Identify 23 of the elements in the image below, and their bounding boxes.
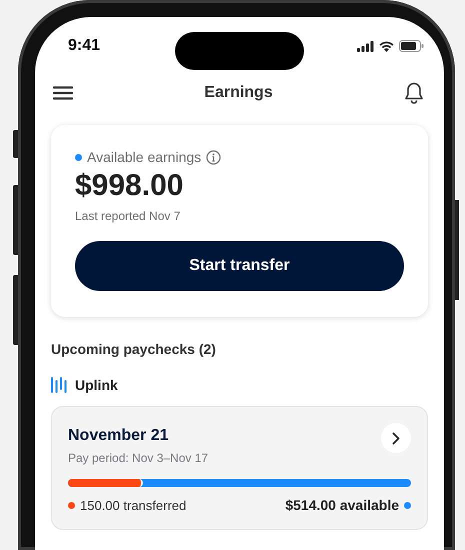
signal-icon <box>357 40 374 52</box>
notifications-button[interactable] <box>404 82 424 104</box>
earnings-amount: $998.00 <box>75 169 184 203</box>
page-title: Earnings <box>204 84 273 102</box>
provider-logo-icon <box>51 377 67 393</box>
pay-period-text: Pay period: Nov 3–Nov 17 <box>68 451 208 465</box>
status-dot <box>75 154 82 160</box>
chevron-right-icon <box>392 432 400 444</box>
section-heading: Upcoming paychecks (2) <box>51 341 217 357</box>
available-amount: $514.00 available <box>285 497 399 513</box>
battery-icon <box>399 40 424 52</box>
wifi-icon <box>379 40 394 52</box>
transferred-amount: 150.00 transferred <box>80 498 186 512</box>
paycheck-date: November 21 <box>68 427 170 445</box>
status-time: 9:41 <box>68 37 100 55</box>
provider-name: Uplink <box>75 377 118 393</box>
menu-button[interactable] <box>53 86 73 100</box>
last-reported-text: Last reported Nov 7 <box>75 209 182 223</box>
start-transfer-button[interactable]: Start transfer <box>75 241 404 291</box>
chevron-button[interactable] <box>381 423 411 453</box>
earnings-label: Available earnings <box>87 149 202 165</box>
info-icon[interactable] <box>206 150 222 164</box>
paycheck-card[interactable]: November 21 Pay period: Nov 3–Nov 17 150.00 transferred $514.00 available <box>51 406 428 530</box>
